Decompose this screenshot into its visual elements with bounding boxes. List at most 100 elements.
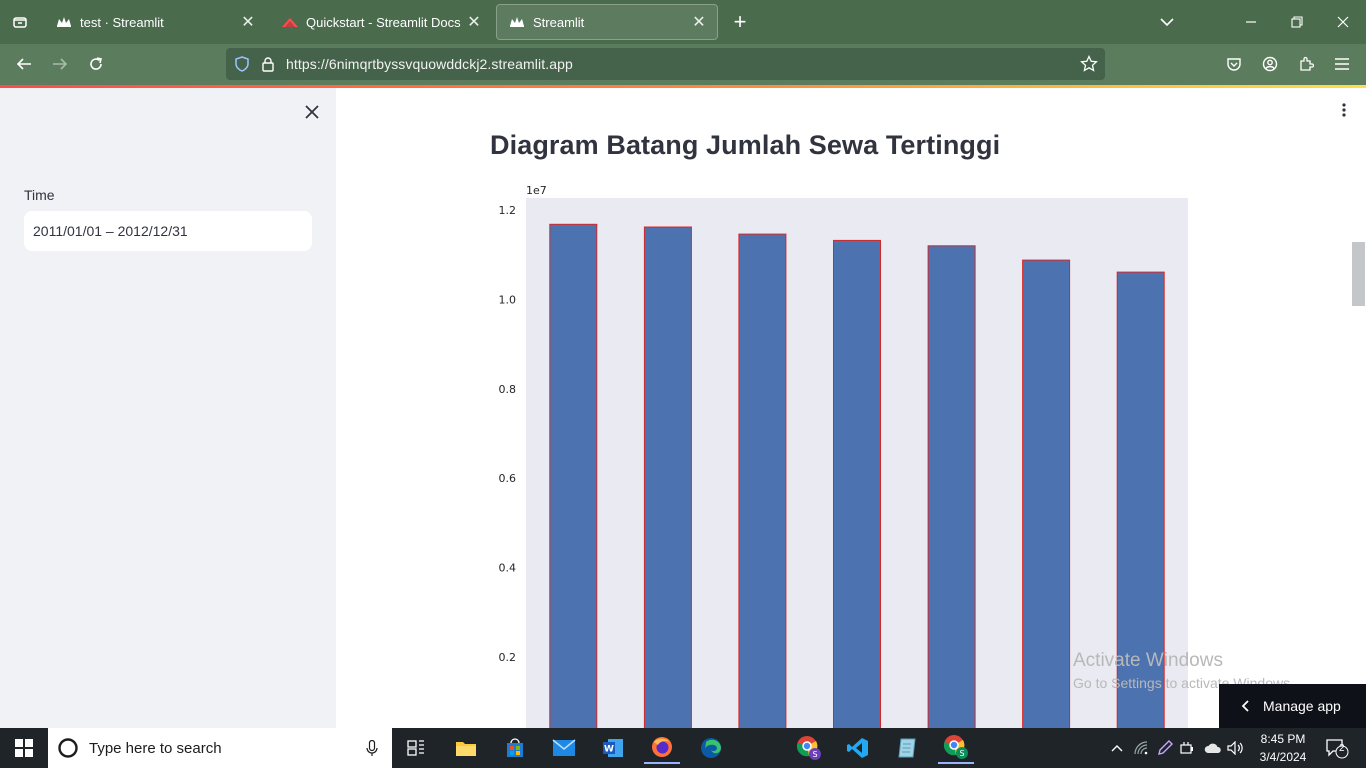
bar: [927, 245, 976, 736]
tab-title: Streamlit: [533, 14, 585, 30]
main-content: Diagram Batang Jumlah Sewa Tertinggi 1.2…: [336, 88, 1366, 736]
y-tick-label: 0.4: [499, 562, 517, 575]
app-menu-button[interactable]: [1329, 50, 1355, 78]
sidebar: Time 2011/01/01 – 2012/12/31: [0, 88, 336, 728]
account-button[interactable]: [1257, 50, 1283, 78]
search-placeholder: Type here to search: [89, 739, 222, 757]
y-tick-label: 1.2: [499, 204, 517, 217]
pen-tray-button[interactable]: [1153, 732, 1177, 764]
address-bar[interactable]: https://6nimqrtbyssvquowddckj2.streamlit…: [226, 48, 1105, 80]
battery-plug-icon: [1180, 742, 1193, 754]
tab-title: Quickstart - Streamlit Docs: [306, 14, 461, 30]
mail-taskbar-button[interactable]: [546, 732, 582, 764]
wifi-tray-button[interactable]: [1130, 732, 1154, 764]
tray-icon: [13, 17, 27, 28]
chrome-taskbar-button[interactable]: S: [938, 732, 974, 764]
pocket-icon: [1227, 58, 1241, 71]
tab-test-streamlit[interactable]: test · Streamlit ✕: [44, 4, 266, 40]
time-label: Time: [24, 187, 55, 203]
manage-app-button[interactable]: Manage app: [1219, 684, 1366, 728]
lock-icon: [262, 57, 274, 72]
streamlit-logo-icon: [282, 14, 298, 30]
tab-quickstart-docs[interactable]: Quickstart - Streamlit Docs ✕: [270, 4, 492, 40]
streamlit-favicon-icon: [509, 14, 525, 30]
cloud-icon: [1204, 743, 1221, 753]
page-scrollbar[interactable]: [1350, 130, 1366, 728]
manage-app-label: Manage app: [1263, 698, 1341, 714]
date-range-input[interactable]: 2011/01/01 – 2012/12/31: [24, 211, 312, 251]
tab-overview-button[interactable]: [6, 8, 34, 36]
url-text: https://6nimqrtbyssvquowddckj2.streamlit…: [286, 56, 573, 72]
svg-text:S: S: [959, 749, 964, 758]
kebab-menu-icon: [1342, 103, 1346, 117]
minimize-button[interactable]: [1228, 0, 1274, 44]
tab-title: test · Streamlit: [80, 14, 164, 30]
close-tab-icon[interactable]: ✕: [687, 10, 711, 34]
microphone-icon[interactable]: [366, 740, 378, 757]
windows-taskbar: Type here to search W S S 8:45 PM 3/4/20…: [0, 728, 1366, 768]
firefox-icon: [652, 737, 672, 757]
edge-taskbar-button[interactable]: [693, 732, 729, 764]
y-tick-label: 0.2: [499, 651, 517, 664]
puzzle-icon: [1300, 56, 1314, 71]
edge-icon: [701, 738, 721, 758]
firefox-taskbar-button[interactable]: [644, 732, 680, 764]
windows-logo-icon: [15, 739, 33, 757]
pen-icon: [1158, 740, 1173, 755]
taskbar-clock[interactable]: 8:45 PM 3/4/2024: [1252, 730, 1314, 766]
shield-icon: [235, 56, 249, 72]
pocket-button[interactable]: [1221, 50, 1247, 78]
close-window-button[interactable]: [1320, 0, 1366, 44]
clock-time: 8:45 PM: [1260, 732, 1306, 746]
notifications-button[interactable]: 2: [1320, 732, 1354, 764]
task-view-icon: [407, 740, 424, 756]
bar: [738, 233, 787, 736]
y-tick-label: 0.6: [499, 472, 517, 485]
show-hidden-icons-button[interactable]: [1100, 732, 1134, 764]
start-button[interactable]: [6, 732, 42, 764]
list-all-tabs-button[interactable]: [1154, 8, 1180, 36]
chevron-down-icon: [1160, 18, 1174, 27]
new-tab-button[interactable]: +: [727, 8, 753, 36]
forward-button[interactable]: [46, 50, 74, 78]
y-tick-label: 1.0: [499, 293, 517, 306]
close-icon: [1337, 16, 1349, 28]
bar: [1022, 259, 1071, 736]
folder-icon: [456, 742, 476, 756]
restore-button[interactable]: [1274, 0, 1320, 44]
vscode-icon: [847, 738, 868, 758]
tab-streamlit-active[interactable]: Streamlit ✕: [496, 4, 718, 40]
account-icon: [1262, 56, 1278, 72]
extensions-button[interactable]: [1293, 50, 1319, 78]
file-explorer-taskbar-button[interactable]: [448, 732, 484, 764]
browser-tab-bar: test · Streamlit ✕ Quickstart - Streamli…: [0, 0, 1366, 44]
plus-icon: +: [733, 9, 747, 34]
browser-nav-bar: https://6nimqrtbyssvquowddckj2.streamlit…: [0, 44, 1366, 85]
close-tab-icon[interactable]: ✕: [462, 10, 486, 34]
arrow-left-icon: [16, 58, 31, 70]
store-bag-icon: [507, 738, 523, 757]
vscode-taskbar-button[interactable]: [840, 732, 876, 764]
speaker-icon: [1227, 741, 1243, 755]
taskbar-search-box[interactable]: Type here to search: [48, 728, 392, 768]
close-tab-icon[interactable]: ✕: [236, 10, 260, 34]
main-menu-button[interactable]: [1334, 98, 1354, 122]
page-title: Diagram Batang Jumlah Sewa Tertinggi: [490, 130, 1001, 160]
scrollbar-thumb[interactable]: [1352, 242, 1365, 306]
store-taskbar-button[interactable]: [497, 732, 533, 764]
notepad-taskbar-button[interactable]: [889, 732, 925, 764]
chrome-profile-taskbar-button[interactable]: S: [791, 732, 827, 764]
bookmark-star-icon[interactable]: [1080, 55, 1098, 73]
chrome-icon: S: [796, 736, 821, 760]
reload-button[interactable]: [82, 50, 110, 78]
battery-tray-button[interactable]: [1176, 732, 1200, 764]
back-button[interactable]: [10, 50, 38, 78]
volume-tray-button[interactable]: [1223, 732, 1249, 764]
task-view-button[interactable]: [398, 732, 434, 764]
notification-icon: [1326, 739, 1349, 759]
word-taskbar-button[interactable]: W: [595, 732, 631, 764]
hamburger-menu-icon: [1335, 58, 1349, 70]
sidebar-close-button[interactable]: [299, 99, 325, 125]
watermark-title: Activate Windows: [1073, 650, 1223, 671]
bar: [643, 226, 692, 736]
